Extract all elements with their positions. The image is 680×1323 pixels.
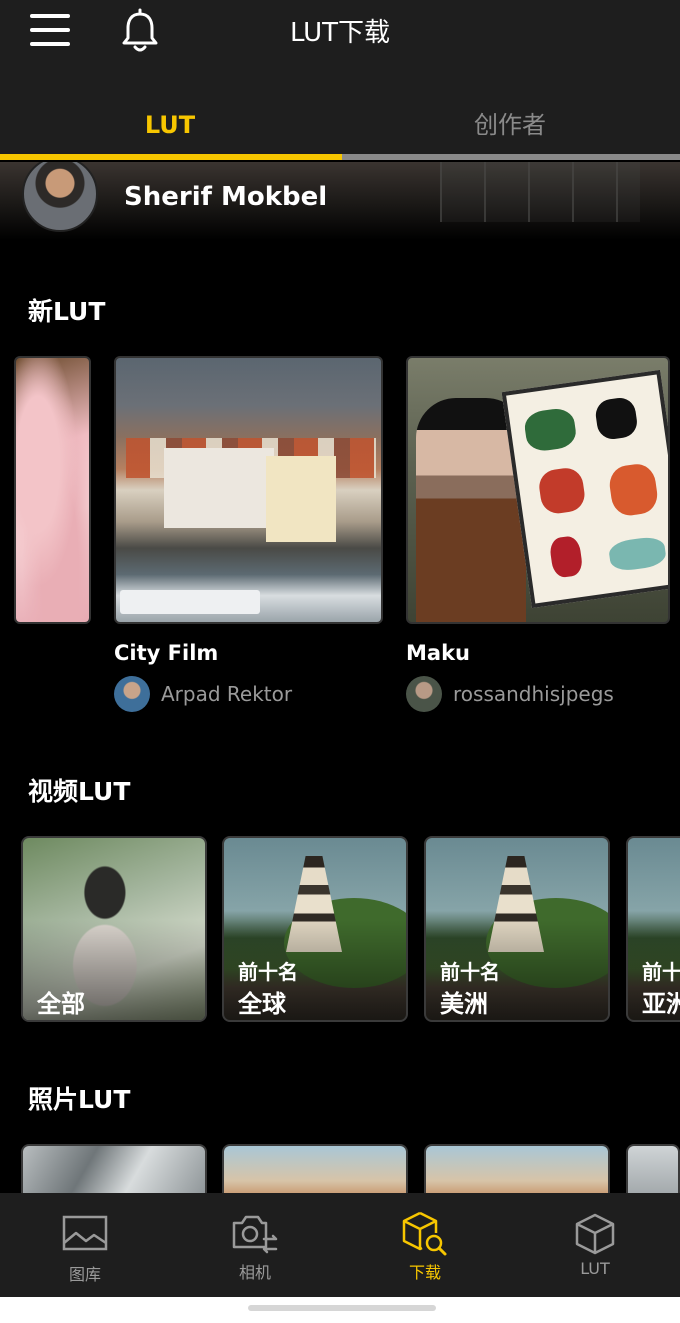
tab-active-indicator (0, 154, 342, 160)
banner-background-image (440, 162, 640, 222)
thumbnail-detail (120, 590, 260, 614)
gallery-icon (60, 1209, 110, 1259)
section-title-video-lut: 视频LUT (28, 777, 131, 806)
cube-search-icon (400, 1209, 450, 1259)
tab-bar: LUT 创作者 (0, 96, 680, 160)
system-gesture-bar (0, 1297, 680, 1323)
page-title: LUT下载 (289, 18, 391, 48)
section-title-new-lut: 新LUT (28, 297, 106, 326)
tile-subtitle: 前十名 (238, 960, 298, 984)
tab-indicator-track (0, 154, 680, 160)
nav-item-camera[interactable]: 相机 (170, 1193, 340, 1297)
author-name: rossandhisjpegs (453, 682, 614, 706)
nav-item-lut[interactable]: LUT (510, 1193, 680, 1297)
tab-creators[interactable]: 创作者 (340, 96, 680, 154)
nav-label: LUT (580, 1259, 610, 1278)
camera-switch-icon (230, 1209, 280, 1259)
tab-lut[interactable]: LUT (0, 96, 340, 154)
lut-card-partial[interactable] (14, 356, 91, 624)
lut-card-maku[interactable] (406, 356, 670, 624)
nav-item-gallery[interactable]: 图库 (0, 1193, 170, 1297)
tile-title: 全球 (238, 990, 286, 1018)
author-avatar (406, 676, 442, 712)
tile-subtitle: 前十名 (642, 960, 680, 984)
lut-name[interactable]: Maku (406, 641, 470, 665)
video-lut-tile-asia[interactable]: 前十名 亚洲 (626, 836, 680, 1022)
author-avatar (114, 676, 150, 712)
nav-label: 相机 (238, 1263, 271, 1282)
featured-creator-name: Sherif Mokbel (124, 182, 328, 212)
featured-creator-avatar (22, 162, 98, 232)
video-lut-tile-americas[interactable]: 前十名 美洲 (424, 836, 610, 1022)
tile-title: 全部 (37, 990, 85, 1018)
app-header: LUT下载 LUT 创作者 (0, 0, 680, 160)
featured-creator-banner[interactable]: Sherif Mokbel (0, 162, 680, 240)
section-title-photo-lut: 照片LUT (28, 1085, 131, 1114)
nav-label: 图库 (68, 1265, 101, 1284)
video-lut-tile-all[interactable]: 全部 (21, 836, 207, 1022)
tile-subtitle: 前十名 (440, 960, 500, 984)
thumbnail-detail (501, 369, 668, 609)
thumbnail-detail (266, 456, 336, 542)
nav-item-download[interactable]: 下载 (340, 1193, 510, 1297)
lut-name[interactable]: City Film (114, 641, 218, 665)
lut-card-city-film[interactable] (114, 356, 383, 624)
tile-title: 亚洲 (642, 990, 680, 1018)
video-lut-tile-global[interactable]: 前十名 全球 (222, 836, 408, 1022)
home-indicator[interactable] (248, 1305, 436, 1311)
bottom-navigation: 图库 相机 下载 LUT (0, 1193, 680, 1297)
author-name: Arpad Rektor (161, 682, 293, 706)
thumbnail-detail (164, 448, 274, 528)
tile-title: 美洲 (440, 990, 488, 1018)
nav-label: 下载 (408, 1263, 441, 1282)
cube-icon (570, 1209, 620, 1259)
